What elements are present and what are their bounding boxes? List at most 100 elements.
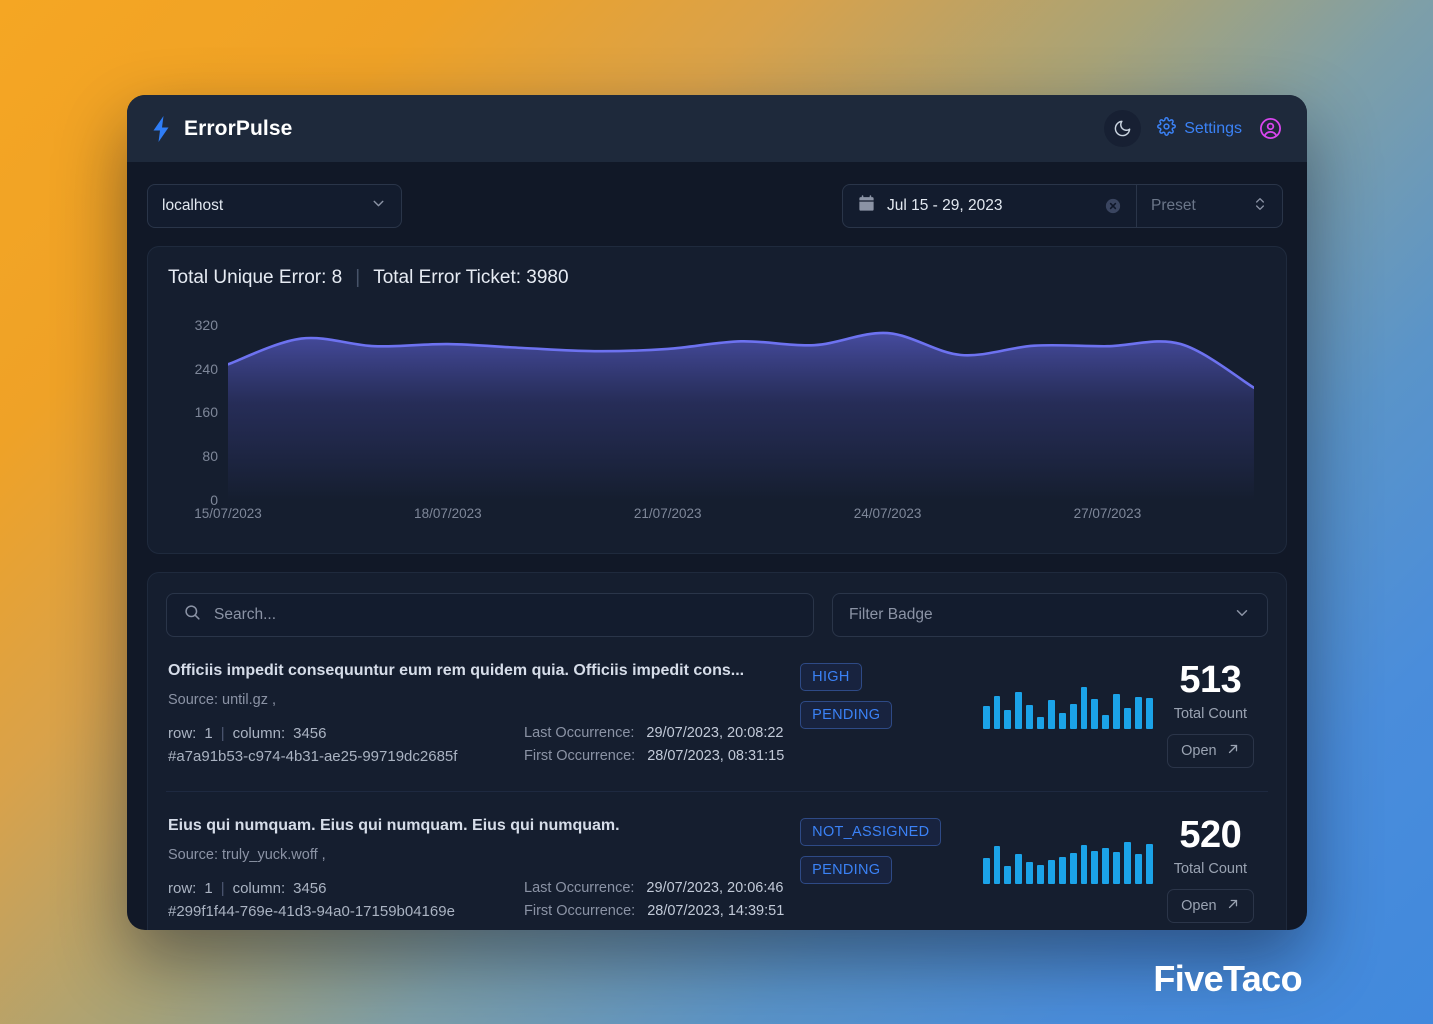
sparkline-bar: [1124, 707, 1131, 729]
error-source: Source: until.gz ,: [168, 692, 276, 708]
arrow-up-right-icon: [1226, 742, 1240, 760]
column-label: column:: [232, 725, 286, 742]
error-rows: Officiis impedit consequuntur eum rem qu…: [166, 637, 1268, 930]
date-range-picker[interactable]: Jul 15 - 29, 2023: [843, 185, 1136, 227]
row-value: 1: [204, 725, 213, 742]
status-badge[interactable]: PENDING: [800, 701, 893, 729]
sparkline-bar: [1047, 860, 1055, 884]
chart-x-tick: 24/07/2023: [853, 506, 922, 521]
error-details: Officiis impedit consequuntur eum rem qu…: [166, 661, 800, 769]
last-occurrence: Last Occurrence: 29/07/2023, 20:08:22: [524, 722, 784, 745]
error-sparkline: [982, 841, 1153, 884]
host-select[interactable]: localhost: [147, 184, 402, 228]
sparkline-bar: [1080, 687, 1088, 729]
lightning-bolt-icon: [149, 115, 173, 143]
meta-divider: |: [220, 725, 225, 742]
chart-summary: Total Unique Error: 8 | Total Error Tick…: [166, 267, 1268, 289]
open-button[interactable]: Open: [1167, 734, 1254, 768]
search-box[interactable]: [166, 593, 814, 637]
status-badge[interactable]: NOT_ASSIGNED: [800, 817, 942, 846]
header-actions: Settings: [1104, 110, 1283, 147]
sparkline-bar: [1145, 698, 1153, 729]
moon-icon[interactable]: [1104, 110, 1142, 147]
sparkline-bar: [1102, 715, 1110, 729]
chart-x-tick: 15/07/2023: [194, 506, 262, 521]
error-title: Officiis impedit consequuntur eum rem qu…: [168, 662, 745, 679]
badge-filter-select[interactable]: Filter Badge: [832, 593, 1268, 637]
sparkline-bar: [1145, 843, 1153, 884]
clear-circle-icon[interactable]: [1104, 197, 1122, 215]
column-value: 3456: [293, 725, 327, 742]
sparkline-bar: [1134, 854, 1142, 884]
error-count-block: 513 Total Count Open: [1153, 661, 1268, 768]
open-button[interactable]: Open: [1167, 888, 1254, 923]
status-badge[interactable]: HIGH: [800, 663, 862, 691]
last-occurrence-label: Last Occurrence:: [524, 879, 635, 896]
sparkline-bar: [1091, 699, 1099, 729]
host-select-value: localhost: [162, 197, 224, 214]
status-badge[interactable]: PENDING: [800, 855, 893, 884]
chevron-down-icon: [370, 195, 387, 217]
error-row-column: row: 1 | column: 3456: [168, 877, 524, 900]
settings-button[interactable]: Settings: [1157, 116, 1242, 141]
sparkline-bar: [1026, 861, 1034, 884]
app-window: ErrorPulse Settings localhost Jul 15 - 2…: [127, 95, 1307, 930]
error-title: Eius qui numquam. Eius qui numquam. Eius…: [168, 816, 620, 834]
preset-select[interactable]: Preset: [1136, 185, 1282, 227]
brand-name: ErrorPulse: [184, 116, 293, 140]
sparkline-bar: [1113, 694, 1121, 729]
chart-y-tick: 80: [202, 448, 218, 465]
sparkline-bar: [1015, 691, 1023, 729]
sparkline-bar: [1080, 844, 1088, 884]
watermark: FiveTaco: [1153, 958, 1302, 999]
total-count-value: 513: [1179, 659, 1242, 701]
chart-y-tick: 320: [194, 316, 218, 333]
sparkline-bar: [982, 706, 990, 729]
error-count-block: 520 Total Count Open: [1153, 816, 1268, 923]
error-row: Officiis impedit consequuntur eum rem qu…: [166, 637, 1268, 792]
last-occurrence-value: 29/07/2023, 20:08:22: [646, 725, 784, 741]
sparkline-bar: [1026, 705, 1034, 729]
error-trend-chart: 320 240 160 80 0 15/07/2023 18/07/2023 21/07/2…: [166, 303, 1268, 533]
total-unique-error: Total Unique Error: 8: [168, 267, 343, 288]
user-circle-icon[interactable]: [1258, 116, 1283, 141]
error-meta: row: 1 | column: 3456 #a7a91b53-c974-4b3…: [168, 722, 800, 769]
chevron-up-down-icon: [1252, 196, 1268, 217]
error-location: row: 1 | column: 3456 #a7a91b53-c974-4b3…: [168, 722, 524, 769]
row-value: 1: [204, 879, 213, 897]
error-meta: row: 1 | column: 3456 #299f1f44-769e-41d…: [168, 877, 800, 924]
search-icon: [183, 603, 202, 627]
chart-plot: [228, 303, 1254, 500]
sparkline-bar: [1058, 713, 1066, 729]
sparkline-bar: [993, 846, 1001, 884]
sparkline-bar: [1004, 709, 1012, 729]
chart-y-tick: 160: [194, 404, 218, 421]
last-occurrence-value: 29/07/2023, 20:06:46: [646, 879, 784, 896]
sparkline-bar: [982, 857, 990, 884]
meta-divider: |: [220, 879, 225, 897]
sparkline-bar: [1102, 848, 1110, 884]
badge-filter-label: Filter Badge: [849, 606, 933, 623]
error-hash: #299f1f44-769e-41d3-94a0-17159b04169e: [168, 903, 455, 921]
sparkline-bar: [1004, 866, 1012, 884]
chart-x-tick: 27/07/2023: [1073, 506, 1142, 521]
first-occurrence: First Occurrence: 28/07/2023, 08:31:15: [524, 745, 784, 768]
column-label: column:: [232, 879, 286, 897]
chart-x-tick: 21/07/2023: [633, 506, 702, 521]
error-list-card: Filter Badge Officiis impedit consequunt…: [147, 572, 1287, 930]
sparkline-bar: [1124, 841, 1131, 884]
chart-x-tick: 18/07/2023: [414, 506, 482, 521]
sparkline-bar: [1091, 850, 1099, 884]
date-range-value: Jul 15 - 29, 2023: [887, 197, 1003, 214]
brand: ErrorPulse: [149, 115, 292, 143]
sparkline-bar: [1047, 699, 1055, 729]
toolbar: localhost Jul 15 - 29, 2023 Preset: [127, 162, 1307, 228]
settings-label: Settings: [1184, 119, 1242, 137]
search-input[interactable]: [214, 606, 797, 624]
row-label: row:: [168, 725, 197, 742]
date-range-group: Jul 15 - 29, 2023 Preset: [842, 184, 1283, 228]
error-occurrences: Last Occurrence: 29/07/2023, 20:06:46 Fi…: [524, 877, 784, 924]
open-label: Open: [1181, 743, 1217, 759]
preset-label: Preset: [1151, 197, 1196, 214]
error-hash: #a7a91b53-c974-4b31-ae25-99719dc2685f: [168, 748, 458, 766]
